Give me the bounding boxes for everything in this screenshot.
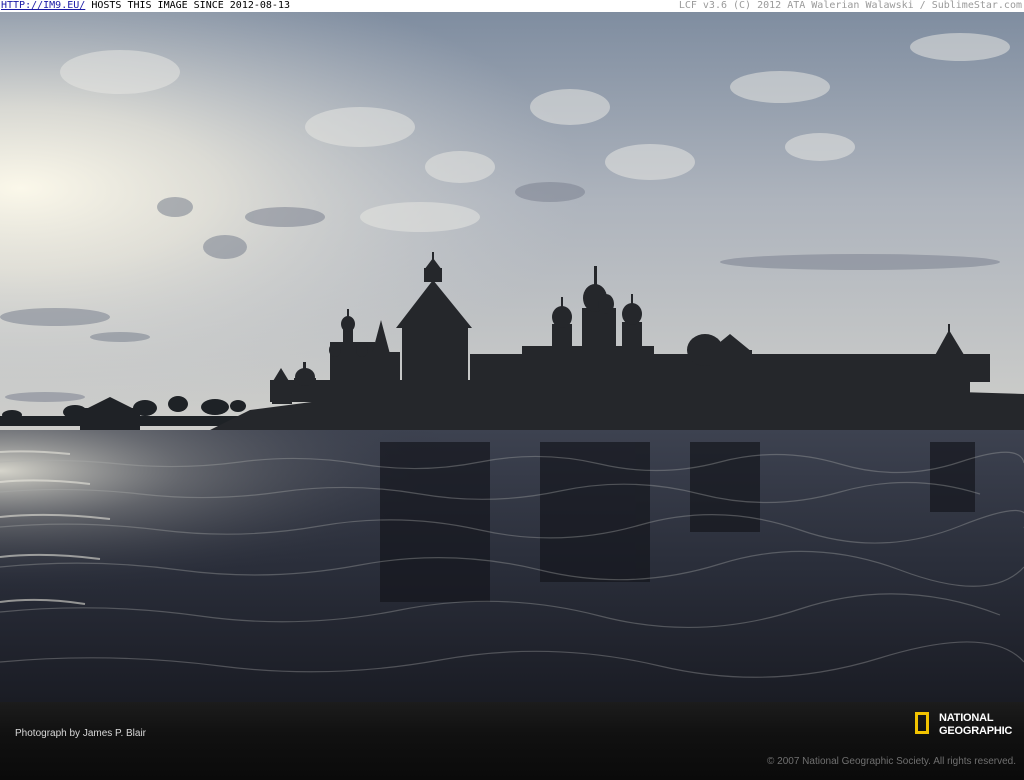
hosting-banner-left: HTTP://IM9.EU/ HOSTS THIS IMAGE SINCE 20… <box>1 0 290 12</box>
logo-line-1: NATIONAL <box>939 712 994 724</box>
caption-bar: Photograph by James P. Blair NATIONAL GE… <box>0 702 1024 780</box>
logo-line-2: GEOGRAPHIC <box>939 725 1013 737</box>
photo-credit: Photograph by James P. Blair <box>15 728 147 739</box>
hosting-banner-credit: LCF v3.6 (C) 2012 ATA Walerian Walawski … <box>678 0 1022 11</box>
copyright-notice: © 2007 National Geographic Society. All … <box>767 756 1016 767</box>
hosts-text: HOSTS THIS IMAGE SINCE 2012-08-13 <box>85 0 290 11</box>
hosting-banner: HTTP://IM9.EU/ HOSTS THIS IMAGE SINCE 20… <box>0 0 1024 12</box>
im9-link[interactable]: HTTP://IM9.EU/ <box>1 0 85 11</box>
national-geographic-logo: NATIONAL GEOGRAPHIC <box>915 712 1019 742</box>
yellow-border-icon <box>915 712 929 734</box>
monastery-photo <box>0 12 1024 702</box>
